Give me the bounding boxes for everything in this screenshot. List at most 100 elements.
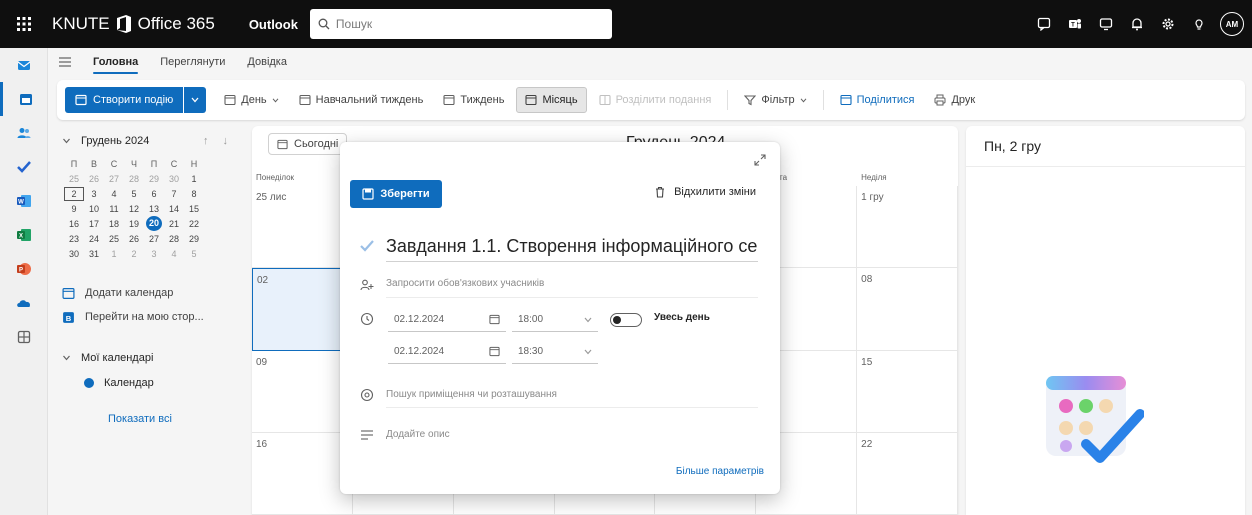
mini-calendar-day[interactable]: 14 [164,204,184,214]
mini-calendar-day[interactable]: 6 [144,189,164,199]
mini-calendar-day[interactable]: 26 [84,174,104,184]
mini-calendar-day[interactable]: 7 [164,189,184,199]
description-input[interactable]: Додайте опис [386,422,758,448]
tab-home[interactable]: Головна [82,48,149,76]
arrow-up-icon[interactable]: ↑ [203,135,209,147]
save-button[interactable]: Зберегти [350,180,442,208]
mini-calendar-day[interactable]: 23 [64,234,84,244]
mini-calendar-day[interactable]: 3 [144,249,164,259]
rail-calendar[interactable] [0,82,48,116]
app-name[interactable]: Outlook [249,17,298,32]
add-calendar-link[interactable]: Додати календар [48,281,244,305]
rail-word[interactable]: W [0,184,48,218]
month-day-cell[interactable]: 25 лис [252,186,353,269]
rail-onedrive[interactable] [0,286,48,320]
start-date-picker[interactable]: 02.12.2024 [388,308,506,332]
month-day-cell[interactable]: 09 [252,350,353,433]
mini-calendar-day[interactable]: 31 [84,249,104,259]
teams-button[interactable]: T [1059,0,1090,48]
show-all-link[interactable]: Показати всі [48,413,244,425]
mini-calendar-day[interactable]: 29 [144,174,164,184]
mini-calendar-day[interactable]: 1 [184,174,204,184]
mini-calendar-day[interactable]: 1 [104,249,124,259]
today-button[interactable]: Сьогодні [268,133,348,155]
print-button[interactable]: Друк [926,87,983,113]
mini-calendar-day[interactable]: 24 [84,234,104,244]
new-event-dropdown[interactable] [184,87,207,113]
month-day-cell[interactable]: 16 [252,432,353,515]
mini-calendar-day[interactable]: 13 [144,204,164,214]
avatar[interactable]: AM [1220,12,1244,36]
tab-view[interactable]: Переглянути [149,48,236,76]
day-view-button[interactable]: День [216,87,286,113]
mini-calendar-day[interactable]: 4 [104,189,124,199]
mini-calendar-day[interactable]: 10 [84,204,104,214]
month-day-cell[interactable]: 22 [857,432,958,515]
mini-calendar-day[interactable]: 5 [184,249,204,259]
mini-calendar-day[interactable]: 5 [124,189,144,199]
app-launcher-button[interactable] [0,0,48,48]
mini-calendar-day[interactable]: 2 [124,249,144,259]
mini-calendar-day[interactable]: 17 [84,219,104,229]
arrow-down-icon[interactable]: ↓ [223,135,229,147]
mini-calendar-day[interactable]: 22 [184,219,204,229]
expand-button[interactable] [754,154,766,166]
mini-calendar-day[interactable]: 30 [164,174,184,184]
rail-mail[interactable] [0,48,48,82]
event-title-input[interactable]: Завдання 1.1. Створення інформаційного с… [386,230,758,262]
chevron-down-icon[interactable] [62,138,71,144]
feedback-button[interactable] [1090,0,1121,48]
mini-calendar-day[interactable]: 19 [124,219,144,229]
mini-calendar-day[interactable]: 4 [164,249,184,259]
tips-button[interactable] [1183,0,1214,48]
month-day-cell[interactable]: 02 [252,268,353,351]
tab-help[interactable]: Довідка [236,48,298,76]
mini-calendar-day[interactable]: 27 [104,174,124,184]
brand[interactable]: KNUTE Office 365 [52,14,215,34]
more-options-link[interactable]: Більше параметрів [676,466,764,477]
rail-more-apps[interactable] [0,320,48,354]
all-day-toggle[interactable] [610,313,642,327]
mini-calendar-day[interactable]: 21 [164,219,184,229]
mini-calendar-day[interactable]: 30 [64,249,84,259]
split-view-button[interactable]: Розділити подання [591,87,720,113]
meet-now-button[interactable] [1028,0,1059,48]
search-box[interactable]: Пошук [309,9,612,39]
rail-people[interactable] [0,116,48,150]
month-day-cell[interactable]: 08 [857,268,958,351]
mini-calendar-day[interactable]: 25 [104,234,124,244]
share-button[interactable]: Поділитися [832,87,923,113]
rail-excel[interactable]: X [0,218,48,252]
mini-calendar-day[interactable]: 18 [104,219,124,229]
collapse-pane-button[interactable] [48,57,82,67]
search-input[interactable]: Пошук [336,17,372,31]
end-time-picker[interactable]: 18:30 [512,340,598,364]
discard-button[interactable]: Відхилити зміни [654,186,756,198]
mini-calendar-day[interactable]: 9 [64,204,84,214]
rail-powerpoint[interactable]: P [0,252,48,286]
mini-calendar-day[interactable]: 12 [124,204,144,214]
mini-calendar-day[interactable]: 15 [184,204,204,214]
my-calendars-section[interactable]: Мої календарі [48,345,244,371]
mini-calendar-day[interactable]: 27 [144,234,164,244]
mini-calendar-day[interactable]: 28 [124,174,144,184]
mini-calendar-day[interactable]: 26 [124,234,144,244]
mini-calendar-title[interactable]: Грудень 2024 [81,135,149,147]
notifications-button[interactable] [1121,0,1152,48]
new-event-button[interactable]: Створити подію [65,87,184,113]
mini-calendar-day[interactable]: 16 [64,219,84,229]
week-view-button[interactable]: Тиждень [435,87,512,113]
month-view-button[interactable]: Місяць [516,87,587,113]
location-input[interactable]: Пошук приміщення чи розташування [386,382,758,408]
go-to-my-page-link[interactable]: B Перейти на мою стор... [48,305,244,329]
mini-calendar-day[interactable]: 3 [84,189,104,199]
calendar-item[interactable]: Календар [48,371,244,395]
mini-calendar-day[interactable]: 28 [164,234,184,244]
mini-calendar-day[interactable]: 8 [184,189,204,199]
mini-calendar-day[interactable]: 25 [64,174,84,184]
work-week-view-button[interactable]: Навчальний тиждень [291,87,432,113]
mini-calendar-day[interactable]: 11 [104,204,124,214]
mini-calendar-day[interactable]: 29 [184,234,204,244]
end-date-picker[interactable]: 02.12.2024 [388,340,506,364]
attendees-input[interactable]: Запросити обов'язкових учасників [386,270,758,298]
